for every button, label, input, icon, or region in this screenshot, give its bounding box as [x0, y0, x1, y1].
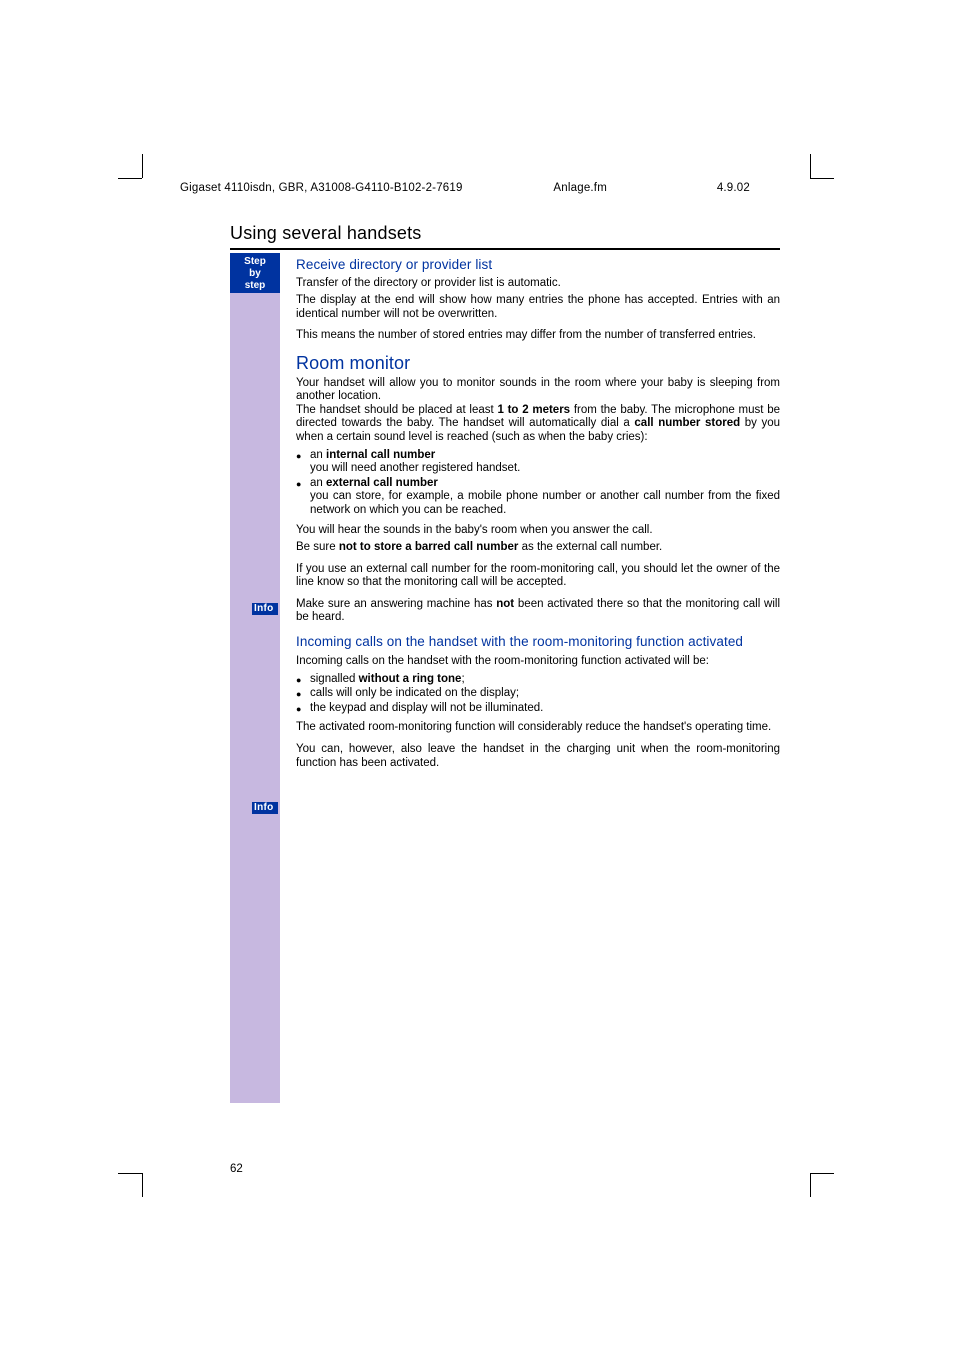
text-bold: not	[496, 598, 514, 610]
text-run: signalled	[310, 673, 359, 685]
text-run: Your handset will allow you to monitor s…	[296, 377, 780, 403]
text-bold: external call number	[326, 477, 438, 489]
section-rule	[230, 248, 780, 250]
text-run: you will need another registered handset…	[310, 462, 780, 476]
content-column: Receive directory or provider list Trans…	[296, 258, 780, 778]
info-badge: Info	[252, 603, 278, 615]
paragraph: This means the number of stored entries …	[296, 329, 780, 343]
text-bold: internal call number	[326, 449, 435, 461]
list-item: signalled without a ring tone;	[296, 673, 780, 687]
sidebar-step-l1: Step	[230, 256, 280, 268]
text-run: you can store, for example, a mobile pho…	[310, 490, 780, 517]
document-page: Gigaset 4110isdn, GBR, A31008-G4110-B102…	[0, 0, 954, 1351]
paragraph: The display at the end will show how man…	[296, 294, 780, 321]
paragraph: The activated room-monitoring function w…	[296, 721, 780, 735]
text-bold: call number stored	[634, 417, 740, 429]
text-run: as the external call number.	[518, 541, 662, 553]
crop-mark	[810, 154, 811, 178]
paragraph: If you use an external call number for t…	[296, 563, 780, 590]
header-meta: Gigaset 4110isdn, GBR, A31008-G4110-B102…	[180, 182, 750, 194]
section-title: Using several handsets	[230, 223, 422, 244]
paragraph: Transfer of the directory or provider li…	[296, 277, 780, 291]
paragraph: Incoming calls on the handset with the r…	[296, 655, 780, 669]
crop-mark	[118, 178, 142, 179]
sidebar-step-l3: step	[230, 280, 280, 292]
text-bold: without a ring tone	[359, 673, 462, 685]
crop-mark	[810, 1173, 811, 1197]
crop-mark	[142, 154, 143, 178]
crop-mark	[118, 1173, 142, 1174]
crop-mark	[810, 178, 834, 179]
bullet-list: an internal call number you will need an…	[296, 449, 780, 518]
paragraph: Be sure not to store a barred call numbe…	[296, 541, 780, 555]
list-item: the keypad and display will not be illum…	[296, 702, 780, 716]
crop-mark	[142, 1173, 143, 1197]
text-run: ;	[461, 673, 464, 685]
bullet-list: signalled without a ring tone; calls wil…	[296, 673, 780, 716]
sidebar-column	[230, 293, 280, 1103]
heading-incoming: Incoming calls on the handset with the r…	[296, 633, 780, 650]
text-run: Make sure an answering machine has	[296, 598, 496, 610]
text-bold: 1 to 2 meters	[497, 404, 570, 416]
text-bold: not to store a barred call number	[339, 541, 519, 553]
paragraph: You can, however, also leave the handset…	[296, 743, 780, 770]
text-run: The handset should be placed at least	[296, 404, 497, 416]
sidebar-step-l2: by	[230, 268, 280, 280]
sidebar-step-badge: Step by step	[230, 253, 280, 293]
paragraph: Make sure an answering machine has not b…	[296, 598, 780, 625]
page-number: 62	[230, 1163, 243, 1175]
paragraph: You will hear the sounds in the baby's r…	[296, 524, 780, 538]
header-mid: Anlage.fm	[553, 182, 713, 194]
info-badge: Info	[252, 802, 278, 814]
heading-receive: Receive directory or provider list	[296, 258, 780, 272]
heading-room-monitor: Room monitor	[296, 357, 780, 371]
text-run: Be sure	[296, 541, 339, 553]
header-right: 4.9.02	[717, 182, 750, 194]
crop-mark	[810, 1173, 834, 1174]
paragraph: Your handset will allow you to monitor s…	[296, 377, 780, 445]
list-item: an internal call number you will need an…	[296, 449, 780, 476]
list-item: calls will only be indicated on the disp…	[296, 687, 780, 701]
header-left: Gigaset 4110isdn, GBR, A31008-G4110-B102…	[180, 182, 550, 194]
list-item: an external call number you can store, f…	[296, 477, 780, 518]
